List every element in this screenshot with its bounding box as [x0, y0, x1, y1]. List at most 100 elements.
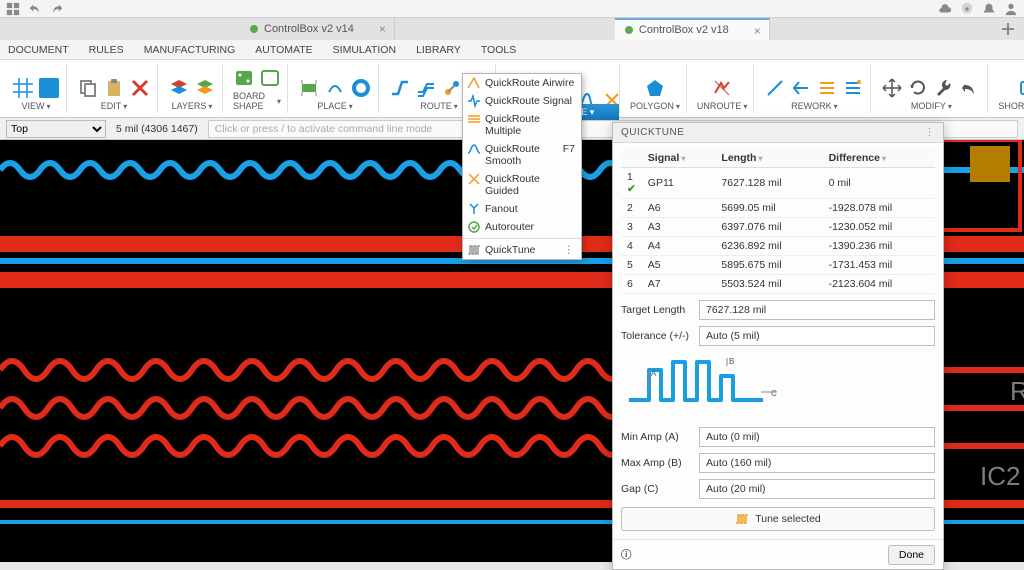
close-icon[interactable]: × [754, 24, 761, 38]
menu-tools[interactable]: TOOLS [481, 44, 516, 56]
smooth-icon [467, 142, 481, 156]
ribbon-unroute[interactable]: UNROUTE [691, 64, 755, 113]
menu-simulation[interactable]: SIMULATION [333, 44, 396, 56]
fanout-icon [467, 202, 481, 216]
ribbon-view[interactable]: VIEW [6, 64, 67, 113]
quicktune-panel: QUICKTUNE ⋮ Signal Length Difference 1 ✔… [612, 122, 944, 570]
ribbon-rework[interactable]: REWORK [758, 64, 871, 113]
document-tab-0[interactable]: ControlBox v2 v14 × [240, 18, 395, 40]
svg-text:IC2: IC2 [980, 461, 1020, 491]
ribbon-layers[interactable]: LAYERS [162, 64, 223, 113]
tab-label: ControlBox v2 v14 [264, 23, 354, 35]
tolerance-input[interactable]: Auto (5 mil) [699, 326, 935, 346]
table-row[interactable]: 5A55895.675 mil-1731.453 mil [621, 256, 935, 275]
table-row[interactable]: 1 ✔GP117627.128 mil0 mil [621, 168, 935, 199]
grid-icon [12, 77, 34, 99]
board-edge-icon [259, 67, 281, 89]
ribbon-edit[interactable]: EDIT [71, 64, 158, 113]
menu-quickroute-signal[interactable]: QuickRoute Signal [463, 92, 581, 110]
menu-manufacturing[interactable]: MANUFACTURING [144, 44, 236, 56]
guided-icon [467, 172, 481, 186]
svg-text:C: C [771, 389, 777, 398]
ribbon-rework-label: REWORK [791, 101, 838, 111]
menu-separator [463, 238, 581, 239]
svg-text:B: B [729, 357, 734, 366]
signal-icon [467, 94, 481, 108]
quicktune-icon [467, 243, 481, 257]
gap-input[interactable]: Auto (20 mil) [699, 479, 935, 499]
menu-quickroute-smooth[interactable]: QuickRoute SmoothF7 [463, 140, 581, 170]
menu-fanout[interactable]: Fanout [463, 200, 581, 218]
signals-table: Signal Length Difference 1 ✔GP117627.128… [621, 149, 935, 294]
rework-icon-c [816, 77, 838, 99]
col-diff[interactable]: Difference [823, 149, 935, 168]
table-row[interactable]: 6A75503.524 mil-2123.604 mil [621, 275, 935, 294]
menu-quickroute-guided[interactable]: QuickRoute Guided [463, 170, 581, 200]
gap-label: Gap (C) [621, 483, 699, 495]
menu-rules[interactable]: RULES [89, 44, 124, 56]
rework-icon-d [842, 77, 864, 99]
col-length[interactable]: Length [715, 149, 822, 168]
layers-icon [168, 77, 190, 99]
table-row[interactable]: 3A36397.076 mil-1230.052 mil [621, 218, 935, 237]
table-row[interactable]: 2A65699.05 mil-1928.078 mil [621, 199, 935, 218]
menu-quickroute-multiple[interactable]: QuickRoute Multiple [463, 110, 581, 140]
rework-icon-b [790, 77, 812, 99]
solid-icon [38, 77, 60, 99]
undo-edit-icon [959, 77, 981, 99]
add-tab-icon[interactable] [1000, 21, 1016, 37]
command-line-placeholder: Click or press / to activate command lin… [215, 123, 433, 135]
menu-document[interactable]: DOCUMENT [8, 44, 69, 56]
app-switch-icon[interactable] [6, 2, 20, 16]
redo-icon[interactable] [50, 2, 64, 16]
tab-bar: ControlBox v2 v14 × ControlBox v2 v18 × [0, 18, 1024, 40]
delete-icon [129, 77, 151, 99]
autorouter-icon [467, 220, 481, 234]
ribbon-polygon-label: POLYGON [630, 101, 680, 111]
gear-icon[interactable] [960, 2, 974, 16]
avatar-icon[interactable] [1004, 2, 1018, 16]
ribbon-modify[interactable]: MODIFY [875, 64, 988, 113]
table-row[interactable]: 4A46236.892 mil-1390.236 mil [621, 237, 935, 256]
kebab-icon[interactable]: ⋮ [925, 127, 936, 138]
col-signal[interactable]: Signal [642, 149, 716, 168]
kebab-icon[interactable]: ⋮ [564, 244, 576, 256]
ribbon-place[interactable]: PLACE [292, 64, 379, 113]
minamp-input[interactable]: Auto (0 mil) [699, 427, 935, 447]
tab-label: ControlBox v2 v18 [639, 24, 729, 36]
ribbon-modify-label: MODIFY [911, 101, 952, 111]
menu-library[interactable]: LIBRARY [416, 44, 461, 56]
layer-select[interactable]: Top [6, 120, 106, 138]
amplitude-diagram: A B C [621, 356, 801, 408]
tolerance-label: Tolerance (+/-) [621, 330, 699, 342]
ribbon-polygon[interactable]: POLYGON [624, 64, 687, 113]
menu-quicktune[interactable]: QuickTune ⋮ [463, 241, 581, 259]
maxamp-label: Max Amp (B) [621, 457, 699, 469]
document-tab-1[interactable]: ControlBox v2 v18 × [615, 18, 770, 40]
rework-icon-a [764, 77, 786, 99]
target-length-input[interactable]: 7627.128 mil [699, 300, 935, 320]
menu-autorouter[interactable]: Autorouter [463, 218, 581, 236]
svg-text:R: R [1010, 376, 1024, 406]
tune-selected-button[interactable]: Tune selected [621, 507, 935, 531]
ribbon-boardshape[interactable]: BOARD SHAPE [227, 64, 288, 113]
bell-icon[interactable] [982, 2, 996, 16]
info-icon[interactable]: ⓘ [621, 547, 632, 562]
unroute-icon [711, 77, 733, 99]
ribbon-route-label: ROUTE [420, 101, 458, 111]
paste-icon [103, 77, 125, 99]
undo-icon[interactable] [28, 2, 42, 16]
shortcut-icon [1018, 77, 1024, 99]
layers-icon [194, 77, 216, 99]
tab-status-dot [625, 26, 633, 34]
maxamp-input[interactable]: Auto (160 mil) [699, 453, 935, 473]
menu-automate[interactable]: AUTOMATE [255, 44, 312, 56]
rotate-icon [907, 77, 929, 99]
menu-quickroute-airwire[interactable]: QuickRoute Airwire [463, 74, 581, 92]
panel-title: QUICKTUNE [621, 127, 684, 138]
multiple-icon [467, 112, 481, 126]
ribbon-unroute-label: UNROUTE [697, 101, 748, 111]
cloud-icon[interactable] [938, 2, 952, 16]
close-icon[interactable]: × [379, 22, 386, 36]
ribbon-shortcuts[interactable]: SHORTCUTS [992, 64, 1024, 113]
